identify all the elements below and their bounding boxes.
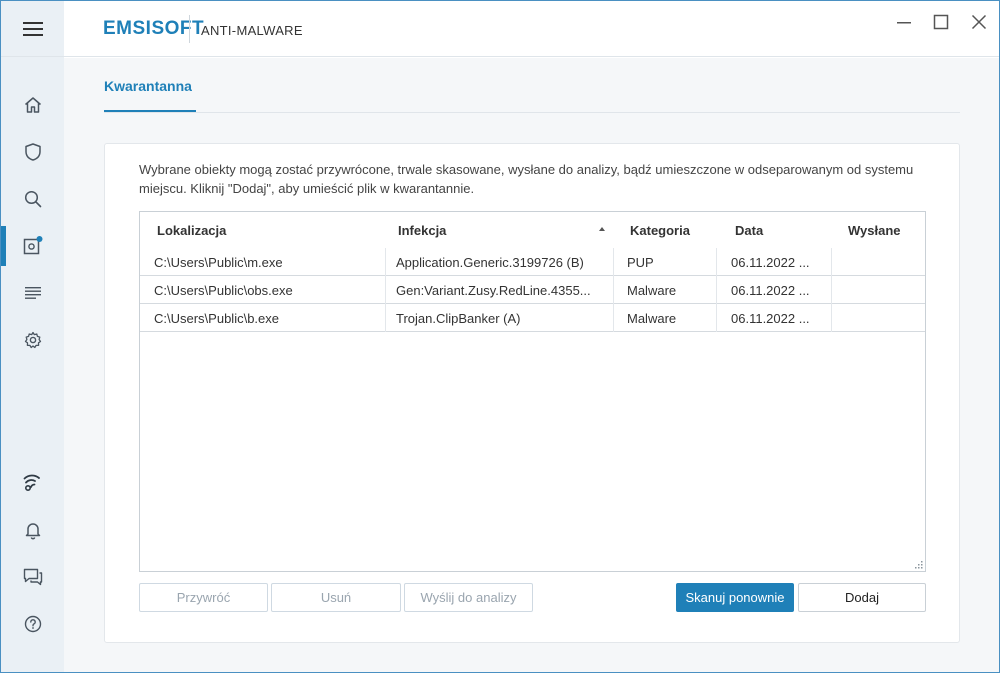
sidebar-item-feedback[interactable] (1, 557, 64, 597)
cell-date: 06.11.2022 ... (731, 311, 810, 326)
rescan-button[interactable]: Skanuj ponownie (676, 583, 794, 612)
quarantine-table[interactable]: Lokalizacja Infekcja Kategoria Data Wysł… (139, 211, 926, 572)
main-content: Kwarantanna Wybrane obiekty mogą zostać … (64, 58, 999, 672)
column-header-infection[interactable]: Infekcja (398, 223, 446, 238)
cell-category: Malware (627, 311, 677, 326)
close-button[interactable] (964, 11, 994, 33)
sidebar-item-logs[interactable] (1, 273, 64, 313)
cell-location: C:\Users\Public\obs.exe (154, 283, 293, 298)
minimize-icon (897, 22, 911, 24)
shield-icon (24, 143, 41, 161)
sidebar-item-quarantine[interactable] (1, 226, 64, 266)
column-header-date[interactable]: Data (735, 223, 763, 238)
column-separator (716, 276, 717, 304)
maximize-button[interactable] (926, 11, 956, 33)
sort-ascending-icon (599, 227, 605, 231)
chat-icon (23, 568, 42, 586)
logo-separator (189, 15, 190, 43)
active-indicator (1, 226, 6, 266)
cell-category: Malware (627, 283, 677, 298)
app-window: EMSISOFT ANTI-MALWARE Kwarantanna Wybran… (0, 0, 1000, 673)
column-header-sent[interactable]: Wysłane (848, 223, 901, 238)
sidebar-item-help[interactable] (1, 604, 64, 644)
wireless-icon (23, 474, 40, 492)
table-row[interactable]: C:\Users\Public\b.exe Trojan.ClipBanker … (140, 304, 925, 332)
column-separator (385, 248, 386, 276)
cell-date: 06.11.2022 ... (731, 283, 810, 298)
sidebar-item-settings[interactable] (1, 320, 64, 360)
sidebar-item-protection[interactable] (1, 132, 64, 172)
column-separator (831, 276, 832, 304)
restore-button[interactable]: Przywróć (139, 583, 268, 612)
bell-icon (25, 523, 40, 540)
column-header-category[interactable]: Kategoria (630, 223, 690, 238)
delete-button[interactable]: Usuń (271, 583, 401, 612)
column-separator (613, 248, 614, 276)
menu-button[interactable] (1, 1, 64, 57)
table-row[interactable]: C:\Users\Public\obs.exe Gen:Variant.Zusy… (140, 276, 925, 304)
column-separator (831, 248, 832, 276)
cell-date: 06.11.2022 ... (731, 255, 810, 270)
cell-location: C:\Users\Public\b.exe (154, 311, 279, 326)
send-to-analysis-button[interactable]: Wyślij do analizy (404, 583, 533, 612)
column-separator (385, 304, 386, 332)
maximize-icon (933, 14, 949, 30)
product-name: ANTI-MALWARE (201, 23, 303, 38)
gear-icon (24, 331, 41, 349)
cell-infection: Trojan.ClipBanker (A) (396, 311, 521, 326)
column-separator (831, 304, 832, 332)
sidebar-item-home[interactable] (1, 85, 64, 125)
cell-infection: Gen:Variant.Zusy.RedLine.4355... (396, 283, 591, 298)
logs-icon (24, 287, 41, 299)
column-separator (385, 276, 386, 304)
sidebar-item-notifications[interactable] (1, 510, 64, 550)
description-text: Wybrane obiekty mogą zostać przywrócone,… (139, 162, 914, 196)
sidebar (1, 57, 64, 672)
title-bar: EMSISOFT ANTI-MALWARE (1, 1, 999, 57)
column-separator (716, 248, 717, 276)
hamburger-menu-icon (22, 21, 43, 36)
table-header: Lokalizacja Infekcja Kategoria Data Wysł… (140, 212, 925, 248)
column-separator (613, 304, 614, 332)
minimize-button[interactable] (889, 11, 919, 33)
column-separator (613, 276, 614, 304)
search-icon (24, 190, 41, 208)
column-header-location[interactable]: Lokalizacja (157, 223, 226, 238)
home-icon (24, 97, 41, 113)
column-separator (716, 304, 717, 332)
tab-divider (104, 112, 960, 113)
resize-grip-icon[interactable] (915, 561, 923, 569)
cell-infection: Application.Generic.3199726 (B) (396, 255, 584, 270)
sidebar-item-scan[interactable] (1, 179, 64, 219)
quarantine-panel: Wybrane obiekty mogą zostać przywrócone,… (104, 143, 960, 643)
cell-location: C:\Users\Public\m.exe (154, 255, 283, 270)
table-row[interactable]: C:\Users\Public\m.exe Application.Generi… (140, 248, 925, 276)
tab-quarantine[interactable]: Kwarantanna (104, 78, 192, 94)
cell-category: PUP (627, 255, 654, 270)
close-icon (971, 14, 987, 30)
quarantine-icon (23, 236, 42, 255)
sidebar-item-connection[interactable] (1, 463, 64, 503)
help-icon (24, 615, 41, 633)
add-button[interactable]: Dodaj (798, 583, 926, 612)
